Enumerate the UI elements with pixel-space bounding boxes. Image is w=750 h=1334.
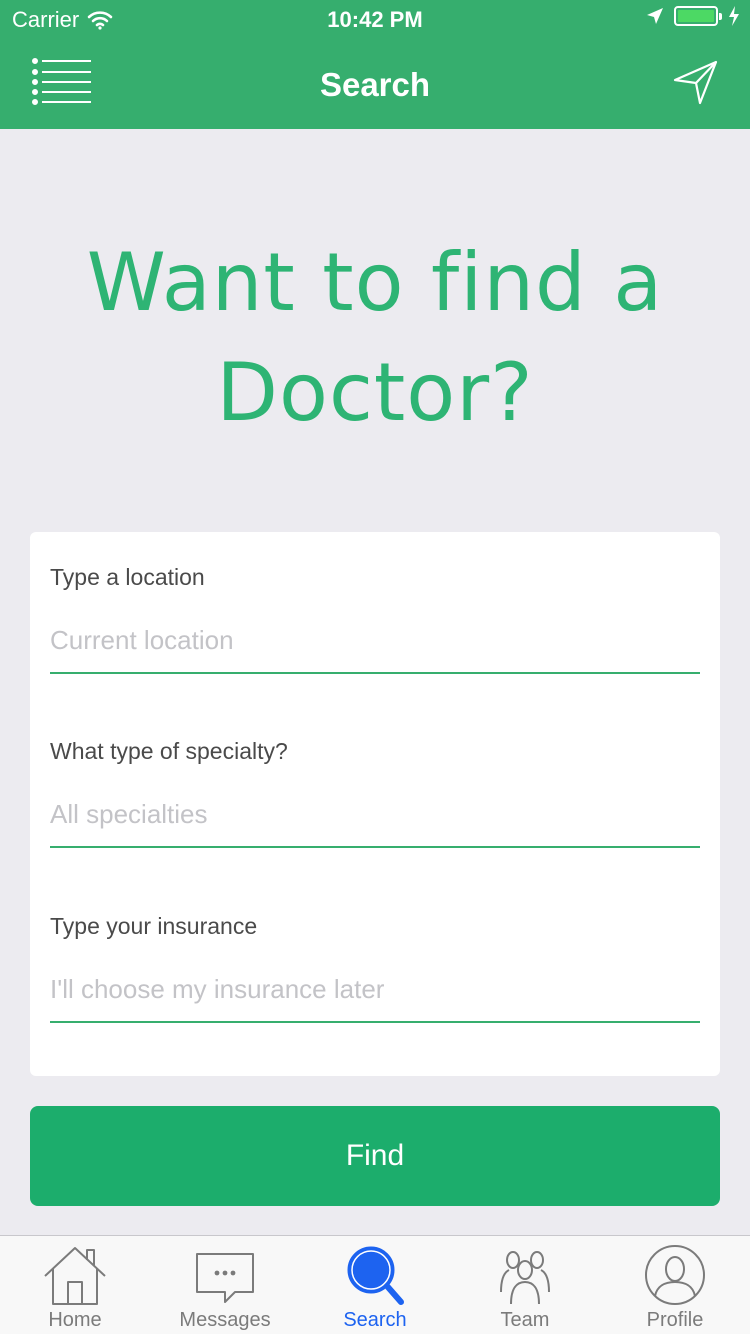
- location-field-group: Type a location: [50, 564, 700, 674]
- tab-profile[interactable]: Profile: [600, 1236, 750, 1334]
- messages-icon: [196, 1253, 254, 1303]
- headline-line-2: Doctor?: [216, 346, 534, 439]
- tab-search-label: Search: [343, 1309, 407, 1331]
- insurance-field-group: Type your insurance: [50, 913, 700, 1023]
- tab-home-label: Home: [48, 1309, 102, 1331]
- charging-icon: [729, 6, 739, 26]
- nav-bar: Search: [0, 40, 750, 129]
- tab-team-label: Team: [500, 1309, 550, 1331]
- profile-icon: [645, 1245, 705, 1305]
- tab-messages[interactable]: Messages: [150, 1236, 300, 1334]
- search-form-card: Type a location What type of specialty? …: [30, 532, 720, 1076]
- tab-messages-label: Messages: [179, 1309, 271, 1331]
- tab-profile-label: Profile: [646, 1309, 704, 1331]
- tab-home[interactable]: Home: [0, 1236, 150, 1334]
- tab-bar: Home Messages Search Team Profile: [0, 1235, 750, 1334]
- tab-search[interactable]: Search: [300, 1236, 450, 1334]
- headline-line-1: Want to find a: [86, 236, 664, 329]
- status-bar: Carrier 10:42 PM: [0, 0, 750, 40]
- navigation-arrow-icon[interactable]: [672, 58, 720, 106]
- location-arrow-icon: [647, 8, 663, 24]
- find-button[interactable]: Find: [30, 1106, 720, 1206]
- headline: Want to find a Doctor?: [0, 228, 750, 448]
- tab-team[interactable]: Team: [450, 1236, 600, 1334]
- home-icon: [44, 1247, 106, 1305]
- location-label: Type a location: [50, 564, 205, 590]
- insurance-input[interactable]: [50, 971, 700, 1023]
- specialty-label: What type of specialty?: [50, 738, 288, 764]
- location-input[interactable]: [50, 622, 700, 674]
- specialty-field-group: What type of specialty?: [50, 738, 700, 848]
- insurance-label: Type your insurance: [50, 913, 258, 939]
- status-time: 10:42 PM: [327, 7, 423, 32]
- battery-icon: [674, 6, 722, 26]
- header-bar: Carrier 10:42 PM Search: [0, 0, 750, 129]
- specialty-input[interactable]: [50, 796, 700, 848]
- search-icon: [347, 1246, 404, 1305]
- page-title: Search: [319, 66, 431, 103]
- team-icon: [500, 1251, 550, 1305]
